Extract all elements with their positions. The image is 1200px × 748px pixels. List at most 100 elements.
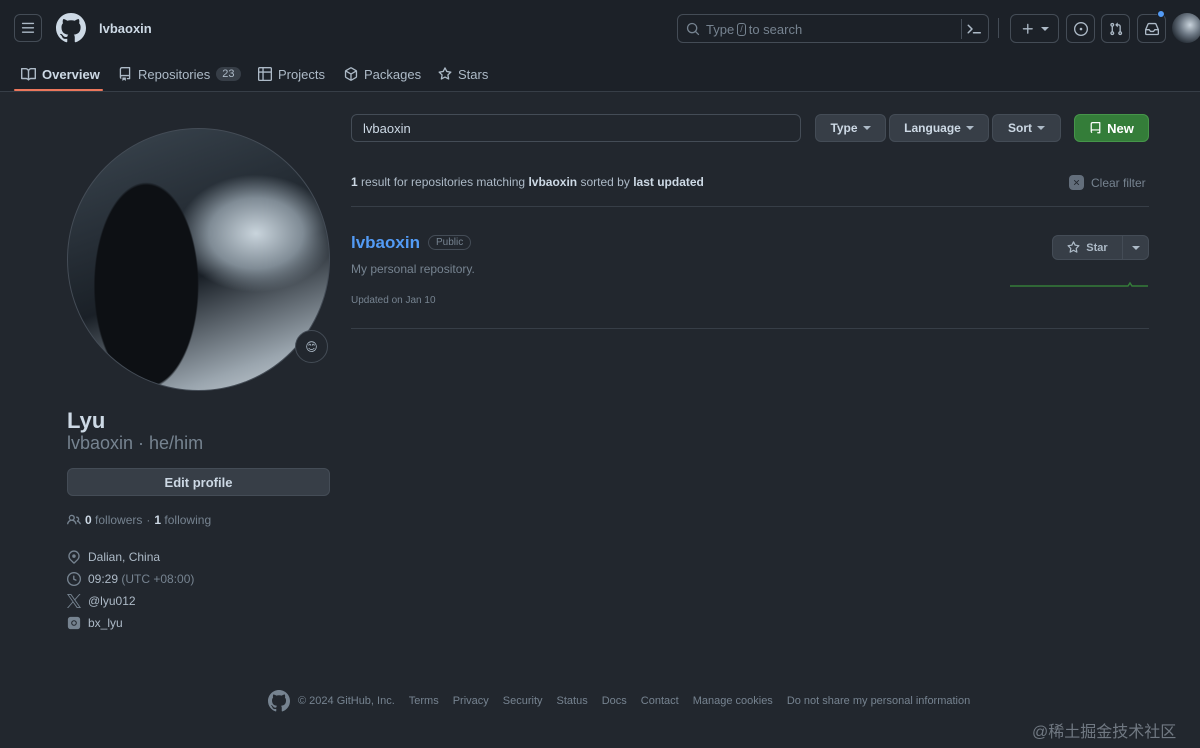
github-logo-icon[interactable] <box>56 13 86 43</box>
followers-link[interactable]: 0 followers <box>85 513 142 527</box>
tab-label: Repositories <box>138 66 211 82</box>
divider <box>961 19 962 39</box>
package-icon <box>344 67 358 81</box>
clock-icon <box>67 572 81 586</box>
new-repository-button[interactable]: New <box>1074 114 1149 142</box>
tab-stars[interactable]: Stars <box>438 56 488 92</box>
footer-link-privacy[interactable]: Privacy <box>453 695 489 707</box>
tab-label: Projects <box>278 66 325 82</box>
issues-button[interactable] <box>1066 14 1095 43</box>
activity-sparkline <box>1010 281 1148 287</box>
plus-icon <box>1022 23 1033 34</box>
star-list-dropdown[interactable] <box>1123 245 1148 250</box>
tab-label: Packages <box>364 66 422 82</box>
location-text: Dalian, China <box>88 550 161 564</box>
footer-link-security[interactable]: Security <box>503 695 543 707</box>
slash-key-hint: / <box>737 23 746 36</box>
search-placeholder: Type / to search <box>706 22 803 37</box>
create-new-button[interactable] <box>1010 14 1059 43</box>
edit-profile-button[interactable]: Edit profile <box>67 468 330 496</box>
global-search-input[interactable]: Type / to search <box>677 14 989 43</box>
hamburger-icon <box>21 22 35 33</box>
user-avatar-button[interactable] <box>1172 13 1200 43</box>
repo-icon <box>1090 121 1101 133</box>
follow-stats: 0 followers · 1 following <box>67 513 211 527</box>
divider <box>351 328 1149 329</box>
tab-label: Stars <box>458 66 489 82</box>
footer-link-docs[interactable]: Docs <box>602 695 627 707</box>
global-header: lvbaoxin Type / to search <box>0 0 1200 56</box>
notifications-button[interactable] <box>1137 14 1166 43</box>
tab-label: Overview <box>42 66 100 82</box>
book-icon <box>21 67 36 81</box>
unread-indicator <box>1157 10 1165 18</box>
profile-login-pronouns: lvbaoxin · he/him <box>67 433 204 453</box>
active-tab-indicator <box>14 89 103 91</box>
chevron-down-icon <box>1131 245 1140 250</box>
repository-updated-time: Updated on Jan 10 <box>351 295 436 306</box>
search-icon <box>686 22 700 36</box>
local-time-item: 09:29 (UTC +08:00) <box>67 572 194 586</box>
command-palette-icon[interactable] <box>966 21 982 37</box>
footer-link-contact[interactable]: Contact <box>641 695 679 707</box>
repo-count-badge: 23 <box>216 67 241 81</box>
chevron-down-icon <box>965 126 974 130</box>
star-button[interactable]: Star <box>1053 236 1123 259</box>
profile-tabs: Overview Repositories 23 Projects Packag… <box>0 56 1200 92</box>
chevron-down-icon <box>862 126 871 130</box>
star-button-group: Star <box>1052 235 1149 260</box>
language-filter-button[interactable]: Language <box>889 114 989 142</box>
menu-button[interactable] <box>14 14 42 42</box>
divider <box>351 206 1149 207</box>
tab-repositories[interactable]: Repositories 23 <box>118 56 241 92</box>
social-handle: bx_lyu <box>88 616 123 630</box>
footer-link-terms[interactable]: Terms <box>409 695 439 707</box>
star-icon <box>438 67 452 80</box>
git-pull-request-icon <box>1109 22 1122 35</box>
github-logo-icon[interactable] <box>268 690 290 712</box>
divider <box>998 18 999 38</box>
star-icon <box>1067 241 1080 253</box>
type-filter-button[interactable]: Type <box>815 114 886 142</box>
repo-icon <box>119 67 131 81</box>
people-icon <box>67 514 81 525</box>
chevron-down-icon <box>1040 26 1049 31</box>
copyright: © 2024 GitHub, Inc. <box>298 695 395 707</box>
profile-avatar[interactable] <box>67 128 330 391</box>
find-repository-input[interactable]: lvbaoxin <box>351 114 801 142</box>
twitter-handle: @lyu012 <box>88 594 136 608</box>
location-item: Dalian, China <box>67 550 160 564</box>
clear-filter-button[interactable]: Clear filter <box>1069 175 1146 190</box>
issue-opened-icon <box>1073 21 1088 36</box>
timezone-text: (UTC +08:00) <box>121 572 195 586</box>
table-icon <box>258 67 272 81</box>
header-username[interactable]: lvbaoxin <box>99 21 152 36</box>
x-logo-icon <box>67 594 81 608</box>
location-icon <box>68 550 80 564</box>
visibility-badge: Public <box>428 235 472 250</box>
local-time-text: 09:29 <box>88 572 119 586</box>
tab-overview[interactable]: Overview <box>21 56 100 92</box>
inbox-icon <box>1144 22 1159 35</box>
site-footer: © 2024 GitHub, Inc. Terms Privacy Securi… <box>268 690 984 712</box>
tab-packages[interactable]: Packages <box>344 56 421 92</box>
footer-link-do-not-share[interactable]: Do not share my personal information <box>787 695 970 707</box>
status-emoji-button[interactable]: 😊 <box>295 330 328 363</box>
watermark: @稀土掘金技术社区 <box>1032 724 1177 741</box>
sort-button[interactable]: Sort <box>992 114 1061 142</box>
separator-dot: · <box>146 513 151 527</box>
chevron-down-icon <box>1037 126 1045 130</box>
footer-link-manage-cookies[interactable]: Manage cookies <box>693 695 773 707</box>
social-item[interactable]: bx_lyu <box>67 616 123 630</box>
footer-link-status[interactable]: Status <box>557 695 588 707</box>
repository-description: My personal repository. <box>351 262 475 276</box>
twitter-item[interactable]: @lyu012 <box>67 594 136 608</box>
search-result-summary: 1 result for repositories matching lvbao… <box>351 175 704 189</box>
close-icon <box>1069 175 1084 190</box>
tab-projects[interactable]: Projects <box>258 56 325 92</box>
instagram-icon <box>67 616 81 630</box>
pull-requests-button[interactable] <box>1101 14 1130 43</box>
repository-name-link[interactable]: lvbaoxin <box>351 233 420 253</box>
following-link[interactable]: 1 following <box>154 513 211 527</box>
profile-name: Lyu <box>67 408 106 433</box>
